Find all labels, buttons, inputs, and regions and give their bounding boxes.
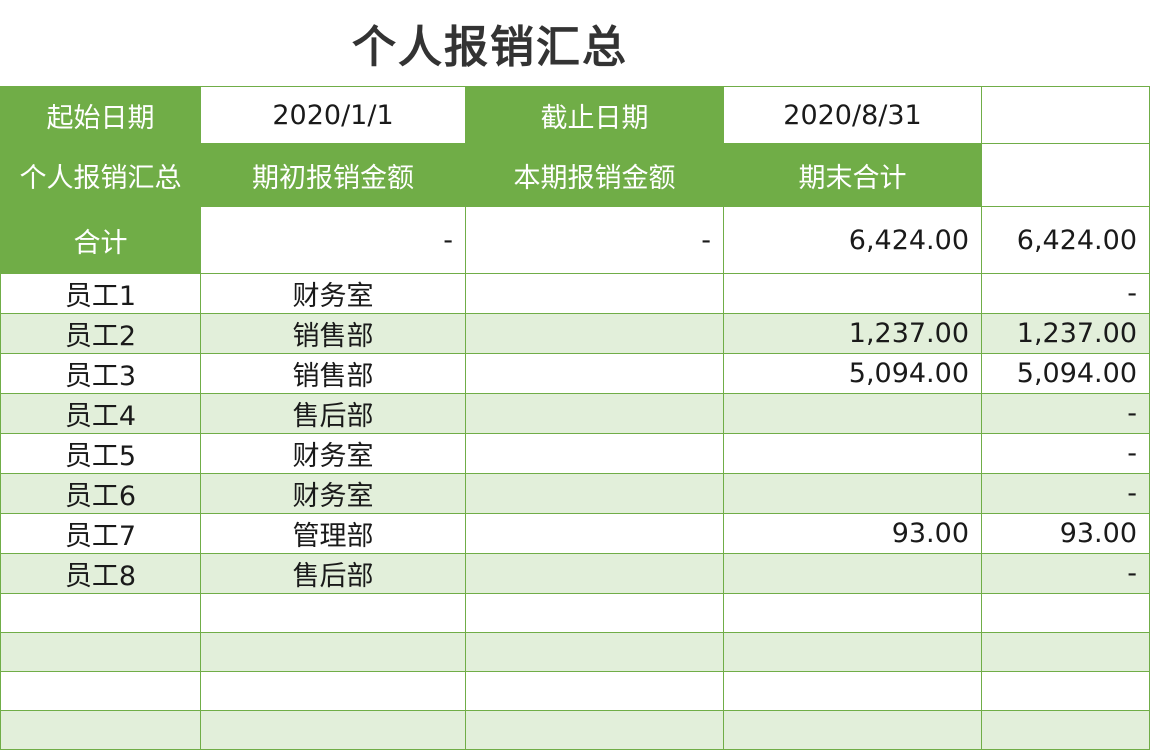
closing-total-cell[interactable]: 93.00 xyxy=(981,513,1150,554)
end-date-label: 截止日期 xyxy=(465,86,724,144)
amount-cell[interactable]: 5,094.00 xyxy=(723,353,982,394)
current-amount-cell[interactable] xyxy=(465,353,724,394)
empty-cell[interactable] xyxy=(981,86,1150,144)
employee-name-cell[interactable]: 员工2 xyxy=(0,313,201,354)
employee-name-cell[interactable]: 员工5 xyxy=(0,433,201,474)
department-cell[interactable]: 售后部 xyxy=(200,553,466,594)
department-cell[interactable]: 财务室 xyxy=(200,433,466,474)
amount-cell[interactable] xyxy=(723,632,982,672)
closing-total-cell[interactable]: 5,094.00 xyxy=(981,353,1150,394)
sheet-title: 个人报销汇总 xyxy=(352,22,628,73)
header-current-amount: 本期报销金额 xyxy=(465,143,724,207)
total-label: 合计 xyxy=(0,206,201,274)
current-amount-cell[interactable] xyxy=(465,313,724,354)
table-row: 员工3 销售部 5,094.00 5,094.00 xyxy=(0,353,1150,394)
table-row xyxy=(0,671,1150,711)
employee-name-cell[interactable]: 员工4 xyxy=(0,393,201,434)
start-date-cell[interactable]: 2020/1/1 xyxy=(200,86,466,144)
end-date-cell[interactable]: 2020/8/31 xyxy=(723,86,982,144)
amount-cell[interactable] xyxy=(723,553,982,594)
employee-name-cell[interactable]: 员工1 xyxy=(0,273,201,314)
header-opening-amount: 期初报销金额 xyxy=(200,143,466,207)
total-col4-cell[interactable]: 6,424.00 xyxy=(723,206,982,274)
table-row: 员工2 销售部 1,237.00 1,237.00 xyxy=(0,313,1150,354)
department-cell[interactable]: 管理部 xyxy=(200,513,466,554)
total-current-cell[interactable]: - xyxy=(465,206,724,274)
current-amount-cell[interactable] xyxy=(465,393,724,434)
header-summary: 个人报销汇总 xyxy=(0,143,201,207)
current-amount-cell[interactable] xyxy=(465,593,724,633)
department-cell[interactable]: 销售部 xyxy=(200,353,466,394)
table-row: 员工7 管理部 93.00 93.00 xyxy=(0,513,1150,554)
current-amount-cell[interactable] xyxy=(465,473,724,514)
employee-name-cell[interactable] xyxy=(0,632,201,672)
amount-cell[interactable] xyxy=(723,273,982,314)
date-range-row: 起始日期 2020/1/1 截止日期 2020/8/31 xyxy=(0,86,1150,144)
amount-cell[interactable] xyxy=(723,671,982,711)
current-amount-cell[interactable] xyxy=(465,513,724,554)
table-row: 员工5 财务室 - xyxy=(0,433,1150,474)
employee-name-cell[interactable] xyxy=(0,710,201,750)
closing-total-cell[interactable]: - xyxy=(981,273,1150,314)
department-cell[interactable]: 销售部 xyxy=(200,313,466,354)
amount-cell[interactable]: 93.00 xyxy=(723,513,982,554)
table-row: 员工1 财务室 - xyxy=(0,273,1150,314)
table-row: 员工6 财务室 - xyxy=(0,473,1150,514)
amount-cell[interactable] xyxy=(723,710,982,750)
employee-name-cell[interactable] xyxy=(0,671,201,711)
empty-cell[interactable] xyxy=(981,143,1150,207)
current-amount-cell[interactable] xyxy=(465,553,724,594)
closing-total-cell[interactable]: - xyxy=(981,393,1150,434)
amount-cell[interactable]: 1,237.00 xyxy=(723,313,982,354)
amount-cell[interactable] xyxy=(723,393,982,434)
employee-rows: 员工1 财务室 - 员工2 销售部 1,237.00 1,237.00 员工3 销售部 5,094… xyxy=(0,273,1150,750)
amount-cell[interactable] xyxy=(723,473,982,514)
closing-total-cell[interactable] xyxy=(981,593,1150,633)
current-amount-cell[interactable] xyxy=(465,671,724,711)
current-amount-cell[interactable] xyxy=(465,273,724,314)
total-col5-cell[interactable]: 6,424.00 xyxy=(981,206,1150,274)
table-row xyxy=(0,710,1150,750)
closing-total-cell[interactable] xyxy=(981,710,1150,750)
table-row: 员工8 售后部 - xyxy=(0,553,1150,594)
total-opening-cell[interactable]: - xyxy=(200,206,466,274)
employee-name-cell[interactable]: 员工3 xyxy=(0,353,201,394)
employee-name-cell[interactable]: 员工7 xyxy=(0,513,201,554)
start-date-label: 起始日期 xyxy=(0,86,201,144)
department-cell[interactable]: 财务室 xyxy=(200,273,466,314)
amount-cell[interactable] xyxy=(723,593,982,633)
department-cell[interactable] xyxy=(200,632,466,672)
closing-total-cell[interactable]: 1,237.00 xyxy=(981,313,1150,354)
department-cell[interactable] xyxy=(200,671,466,711)
reimbursement-summary-table: 起始日期 2020/1/1 截止日期 2020/8/31 个人报销汇总 期初报销… xyxy=(0,86,1150,750)
closing-total-cell[interactable]: - xyxy=(981,553,1150,594)
closing-total-cell[interactable] xyxy=(981,632,1150,672)
total-row: 合计 - - 6,424.00 6,424.00 xyxy=(0,206,1150,274)
current-amount-cell[interactable] xyxy=(465,710,724,750)
employee-name-cell[interactable] xyxy=(0,593,201,633)
current-amount-cell[interactable] xyxy=(465,433,724,474)
employee-name-cell[interactable]: 员工8 xyxy=(0,553,201,594)
closing-total-cell[interactable] xyxy=(981,671,1150,711)
department-cell[interactable]: 售后部 xyxy=(200,393,466,434)
table-row xyxy=(0,593,1150,633)
column-header-row: 个人报销汇总 期初报销金额 本期报销金额 期末合计 xyxy=(0,143,1150,207)
department-cell[interactable] xyxy=(200,710,466,750)
header-closing-total: 期末合计 xyxy=(723,143,982,207)
department-cell[interactable]: 财务室 xyxy=(200,473,466,514)
closing-total-cell[interactable]: - xyxy=(981,473,1150,514)
table-row xyxy=(0,632,1150,672)
amount-cell[interactable] xyxy=(723,433,982,474)
department-cell[interactable] xyxy=(200,593,466,633)
table-row: 员工4 售后部 - xyxy=(0,393,1150,434)
current-amount-cell[interactable] xyxy=(465,632,724,672)
employee-name-cell[interactable]: 员工6 xyxy=(0,473,201,514)
closing-total-cell[interactable]: - xyxy=(981,433,1150,474)
